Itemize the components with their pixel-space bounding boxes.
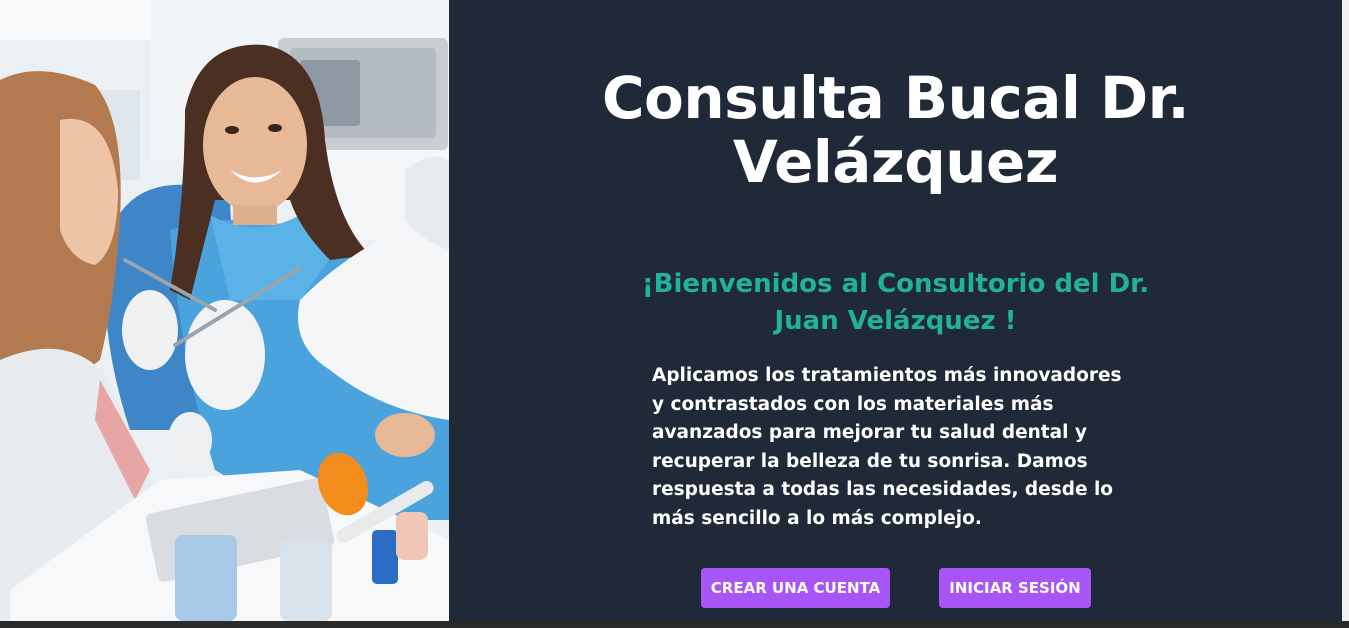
welcome-panel: Consulta Bucal Dr. Velázquez ¡Bienvenido… <box>449 0 1342 621</box>
welcome-subtitle: ¡Bienvenidos al Consultorio del Dr. Juan… <box>641 269 1150 336</box>
page-title: Consulta Bucal Dr. Velázquez <box>601 64 1190 196</box>
scrollbar[interactable] <box>1342 0 1349 628</box>
dental-clinic-photo <box>0 0 449 621</box>
clinic-description: Aplicamos los tratamientos más innovador… <box>652 365 1122 529</box>
landing-page: Consulta Bucal Dr. Velázquez ¡Bienvenido… <box>0 0 1349 628</box>
dental-clinic-photo-illustration <box>0 0 449 621</box>
create-account-button[interactable]: CREAR UNA CUENTA <box>701 568 890 608</box>
taskbar-edge <box>0 621 1349 628</box>
login-button[interactable]: INICIAR SESIÓN <box>939 568 1091 608</box>
